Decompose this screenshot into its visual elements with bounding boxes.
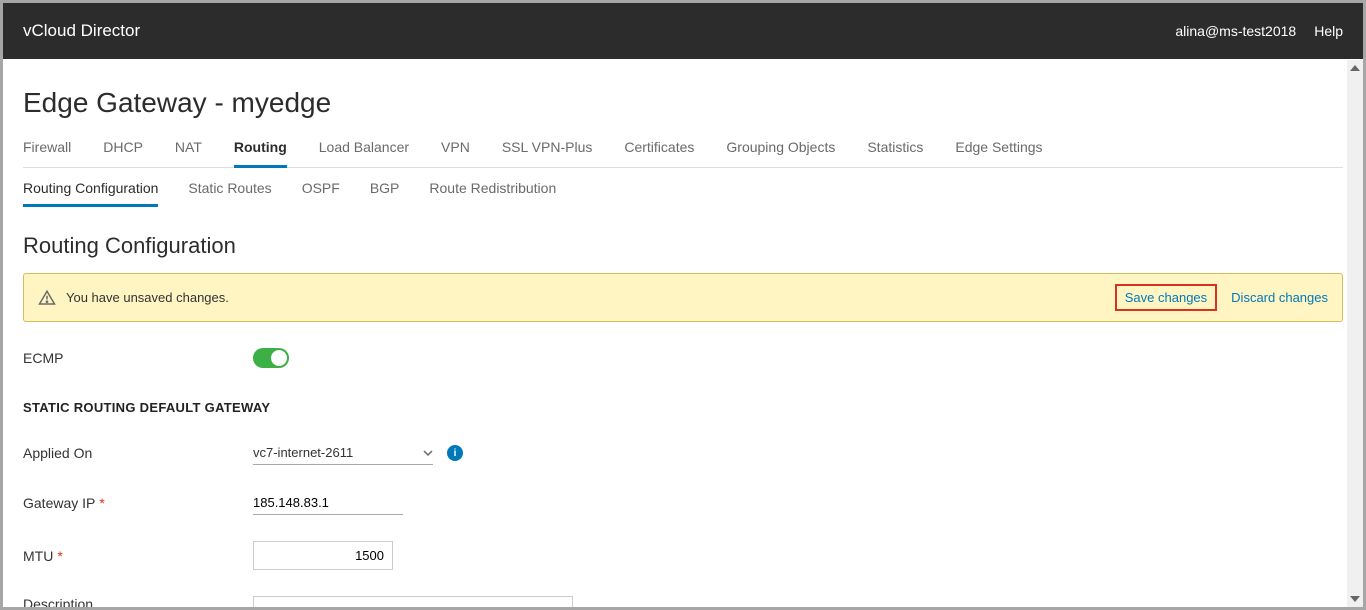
mtu-input[interactable] (253, 541, 393, 570)
user-link[interactable]: alina@ms-test2018 (1175, 23, 1296, 39)
gateway-ip-input[interactable] (253, 491, 403, 515)
primary-tabs: Firewall DHCP NAT Routing Load Balancer … (23, 139, 1343, 168)
applied-on-value: vc7-internet-2611 (253, 445, 353, 460)
tab-routing[interactable]: Routing (234, 139, 287, 168)
vertical-scrollbar[interactable] (1347, 60, 1363, 607)
mtu-label: MTU (23, 548, 53, 564)
ecmp-label: ECMP (23, 350, 253, 366)
secondary-tabs: Routing Configuration Static Routes OSPF… (23, 168, 1343, 207)
tab-certificates[interactable]: Certificates (624, 139, 694, 167)
description-textarea[interactable] (253, 596, 573, 607)
info-icon[interactable]: i (447, 445, 463, 461)
tab-ssl-vpn-plus[interactable]: SSL VPN-Plus (502, 139, 593, 167)
alert-message: You have unsaved changes. (66, 290, 229, 305)
warning-icon (38, 289, 56, 307)
chevron-down-icon (423, 448, 433, 458)
tab-statistics[interactable]: Statistics (867, 139, 923, 167)
tab-grouping-objects[interactable]: Grouping Objects (726, 139, 835, 167)
applied-on-select[interactable]: vc7-internet-2611 (253, 441, 433, 465)
tab-dhcp[interactable]: DHCP (103, 139, 143, 167)
help-link[interactable]: Help (1314, 23, 1343, 39)
section-title: Routing Configuration (23, 233, 1343, 259)
app-title: vCloud Director (23, 21, 140, 41)
tab-static-routes[interactable]: Static Routes (188, 180, 271, 207)
scroll-down-icon (1350, 596, 1360, 602)
tab-firewall[interactable]: Firewall (23, 139, 71, 167)
tab-vpn[interactable]: VPN (441, 139, 470, 167)
unsaved-alert: You have unsaved changes. Save changes D… (23, 273, 1343, 322)
tab-bgp[interactable]: BGP (370, 180, 400, 207)
scroll-up-icon (1350, 65, 1360, 71)
app-header: vCloud Director alina@ms-test2018 Help (3, 3, 1363, 59)
description-label: Description (23, 596, 253, 607)
static-routing-heading: STATIC ROUTING DEFAULT GATEWAY (23, 400, 1343, 415)
gateway-ip-label: Gateway IP (23, 495, 95, 511)
ecmp-toggle[interactable] (253, 348, 289, 368)
discard-changes-link[interactable]: Discard changes (1231, 290, 1328, 305)
tab-routing-configuration[interactable]: Routing Configuration (23, 180, 158, 207)
applied-on-label: Applied On (23, 445, 253, 461)
required-marker: * (57, 548, 62, 564)
tab-route-redistribution[interactable]: Route Redistribution (429, 180, 556, 207)
tab-load-balancer[interactable]: Load Balancer (319, 139, 409, 167)
tab-edge-settings[interactable]: Edge Settings (955, 139, 1042, 167)
save-changes-link[interactable]: Save changes (1115, 284, 1217, 311)
required-marker: * (99, 495, 104, 511)
tab-nat[interactable]: NAT (175, 139, 202, 167)
page-title: Edge Gateway - myedge (23, 59, 1343, 139)
tab-ospf[interactable]: OSPF (302, 180, 340, 207)
